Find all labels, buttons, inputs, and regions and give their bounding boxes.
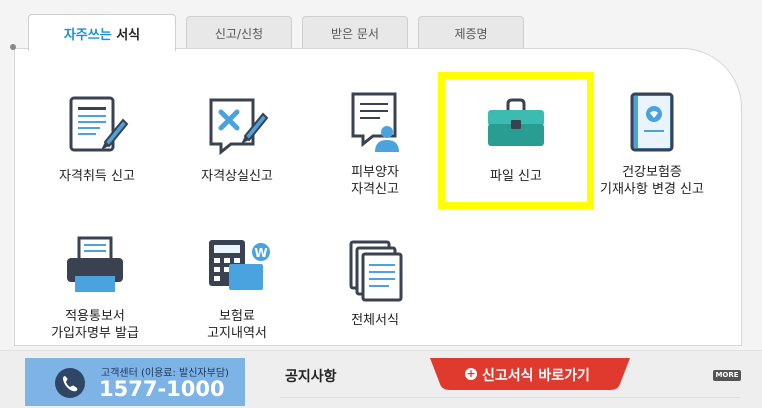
form-label: 피부양자 자격신고 — [351, 165, 399, 197]
briefcase-icon — [488, 98, 544, 146]
more-button[interactable]: MORE — [713, 370, 741, 381]
plus-icon: + — [465, 367, 477, 380]
form-label: 전체서식 — [351, 313, 399, 328]
tab-received-documents[interactable]: 받은 문서 — [302, 16, 408, 50]
form-file-report[interactable]: 파일 신고 — [441, 76, 591, 206]
tab-frequent-forms[interactable]: 자주쓰는 서식 — [28, 14, 176, 51]
form-label: 자격상실신고 — [201, 169, 273, 184]
shortcut-label: 신고서식 바로가기 — [482, 368, 590, 384]
form-all-forms[interactable]: 전체서식 — [300, 220, 450, 350]
form-label: 건강보험증 기재사항 변경 신고 — [600, 165, 704, 197]
form-notice-registry-issue[interactable]: 적용통보서 가입자명부 발급 — [20, 216, 170, 346]
tab-report-application[interactable]: 신고/신청 — [186, 16, 292, 50]
phone-icon — [55, 368, 85, 398]
insurance-card-icon — [630, 92, 674, 152]
form-label: 자격취득 신고 — [59, 169, 135, 184]
calculator-won-icon: W — [209, 240, 272, 290]
panel-dot — [10, 44, 16, 50]
form-dependent-qualification[interactable]: 피부양자 자격신고 — [300, 72, 450, 202]
customer-center-phone: 1577-1000 — [99, 377, 225, 401]
tab-certificates[interactable]: 제증명 — [418, 16, 524, 50]
printer-icon — [67, 236, 123, 292]
report-forms-shortcut-button[interactable]: + 신고서식 바로가기 — [430, 358, 630, 390]
document-pen-icon — [69, 96, 129, 152]
tab-label-rest: 서식 — [111, 27, 141, 43]
tab-label-highlight: 자주쓰는 — [63, 27, 112, 43]
notice-title: 공지사항 — [285, 369, 337, 385]
stacked-documents-icon — [349, 240, 403, 302]
form-qualification-acquisition[interactable]: 자격취득 신고 — [22, 76, 172, 206]
customer-center-box[interactable]: 고객센터 (이용료: 발신자부담) 1577-1000 — [25, 358, 245, 406]
form-label: 파일 신고 — [490, 169, 542, 184]
svg-text:W: W — [254, 246, 267, 260]
notice-divider — [280, 397, 740, 398]
form-insurance-card-change[interactable]: 건강보험증 기재사항 변경 신고 — [577, 72, 727, 202]
document-x-pen-icon — [209, 98, 269, 156]
form-premium-statement[interactable]: W 보험료 고지내역서 — [162, 216, 312, 346]
form-qualification-loss[interactable]: 자격상실신고 — [162, 76, 312, 206]
document-person-icon — [351, 92, 399, 152]
form-label: 적용통보서 가입자명부 발급 — [51, 309, 139, 341]
form-label: 보험료 고지내역서 — [207, 309, 267, 341]
